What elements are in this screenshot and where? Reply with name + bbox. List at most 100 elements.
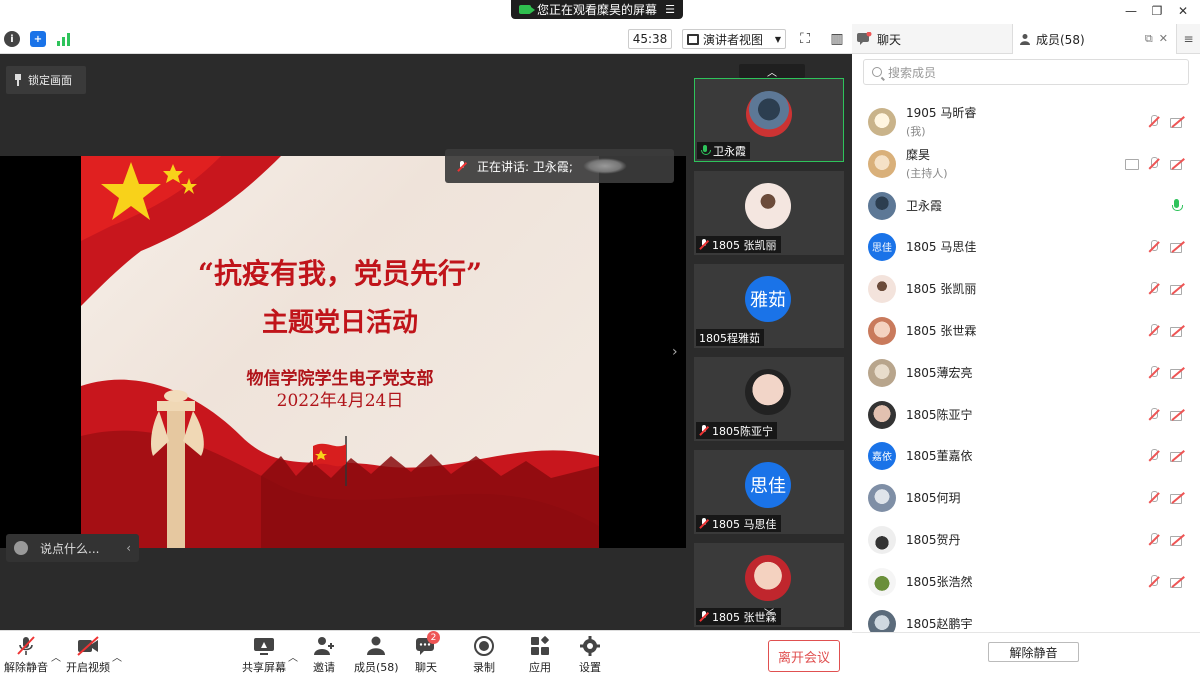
mic-off-icon: [699, 239, 709, 250]
mic-muted-icon[interactable]: [1147, 115, 1161, 129]
camera-icon: [519, 5, 535, 14]
minimize-icon[interactable]: —: [1122, 2, 1140, 20]
member-row[interactable]: 1805陈亚宁: [852, 394, 1200, 435]
add-user-icon: [312, 635, 336, 657]
member-row[interactable]: 1805 张世霖: [852, 310, 1200, 351]
mic-muted-icon[interactable]: [1147, 449, 1161, 463]
chevron-right-icon[interactable]: ›: [672, 344, 678, 360]
camera-off-icon[interactable]: [1170, 408, 1184, 422]
shield-icon[interactable]: +: [30, 31, 46, 47]
mic-muted-icon[interactable]: [1147, 533, 1161, 547]
menu-icon[interactable]: ☰: [665, 3, 675, 16]
member-list-clip: 1805赵鹏宇: [852, 603, 1200, 632]
video-tile[interactable]: 雅茹 1805程雅茹: [694, 264, 844, 348]
video-tile[interactable]: 思佳 1805 马思佳: [694, 450, 844, 534]
invite-button[interactable]: 邀请: [312, 635, 336, 675]
member-row[interactable]: 思佳 1805 马思佳: [852, 226, 1200, 267]
meeting-timer: 45:38: [628, 29, 672, 49]
video-tile[interactable]: 1805陈亚宁: [694, 357, 844, 441]
quick-chat-placeholder: 说点什么...: [40, 541, 100, 556]
view-mode-dropdown[interactable]: 演讲者视图 ▼: [682, 29, 786, 49]
video-tile[interactable]: 1805 张凯丽: [694, 171, 844, 255]
search-members-input[interactable]: 搜索成员: [863, 59, 1189, 85]
chevron-down-icon: ▼: [774, 34, 781, 44]
tab-chat[interactable]: 聊天: [852, 24, 1012, 54]
share-screen-button[interactable]: 共享屏幕: [242, 635, 286, 675]
mic-muted-icon[interactable]: [1147, 324, 1161, 338]
mic-muted-icon[interactable]: [1147, 157, 1161, 171]
tile-name: 卫永霞: [713, 144, 746, 158]
signal-icon[interactable]: [56, 31, 72, 47]
chevron-up-icon[interactable]: ︿: [288, 649, 298, 664]
camera-off-icon[interactable]: [1170, 324, 1184, 338]
start-video-button[interactable]: 开启视频: [66, 635, 110, 675]
camera-off-icon[interactable]: [1170, 366, 1184, 380]
slide-date: 2022年4月24日: [276, 391, 404, 411]
video-tile[interactable]: 1805 张世霖 ﹀: [694, 543, 844, 627]
search-icon: [872, 67, 882, 77]
chevron-left-icon[interactable]: ‹: [126, 541, 131, 555]
right-panel-tabs: 聊天 成员(58) ⧉ ✕ ≡: [852, 24, 1200, 54]
video-tile[interactable]: 卫永霞: [694, 78, 844, 162]
mic-muted-icon[interactable]: [1147, 575, 1161, 589]
camera-off-icon[interactable]: [1170, 449, 1184, 463]
tab-members[interactable]: 成员(58) ⧉ ✕: [1012, 24, 1177, 54]
record-button[interactable]: 录制: [472, 635, 496, 675]
share-notice[interactable]: 您正在观看糜昊的屏幕 ☰: [511, 0, 683, 19]
sidebar-toggle-icon[interactable]: ▥: [828, 30, 846, 48]
unmute-all-button[interactable]: 解除静音: [988, 642, 1079, 662]
members-button[interactable]: 成员(58): [354, 635, 399, 675]
mic-muted-icon[interactable]: [1147, 282, 1161, 296]
close-panel-icon[interactable]: ✕: [1159, 32, 1168, 46]
chevron-up-icon[interactable]: ︿: [739, 64, 805, 79]
member-row[interactable]: 卫永霞: [852, 185, 1200, 226]
chat-label: 聊天: [415, 661, 437, 674]
mic-active-icon[interactable]: [1170, 199, 1184, 213]
apps-button[interactable]: 应用: [528, 635, 552, 675]
chevron-up-icon[interactable]: ︿: [112, 649, 122, 664]
camera-off-icon[interactable]: [1170, 115, 1184, 129]
member-row[interactable]: 1805赵鹏宇: [852, 603, 1200, 632]
member-name: 1805何玥: [906, 491, 961, 505]
quick-chat-input[interactable]: 说点什么... ‹: [6, 534, 139, 562]
popout-icon[interactable]: ⧉: [1145, 32, 1153, 46]
tile-name: 1805陈亚宁: [712, 424, 773, 438]
active-speaker-text: 正在讲话: 卫永霞;: [477, 159, 573, 174]
info-icon[interactable]: i: [4, 31, 20, 47]
close-icon[interactable]: ✕: [1174, 2, 1192, 20]
member-row[interactable]: 1905 马昕睿 (我): [852, 101, 1200, 142]
member-row[interactable]: 糜昊 (主持人): [852, 143, 1200, 184]
share-screen-label: 共享屏幕: [242, 661, 286, 674]
chevron-up-icon[interactable]: ︿: [51, 649, 61, 664]
mic-muted-icon[interactable]: [1147, 491, 1161, 505]
chat-button[interactable]: 2 聊天: [414, 631, 440, 675]
camera-off-icon[interactable]: [1170, 282, 1184, 296]
mic-muted-icon[interactable]: [1147, 366, 1161, 380]
member-row[interactable]: 1805何玥: [852, 477, 1200, 518]
member-row[interactable]: 1805 张凯丽: [852, 268, 1200, 309]
member-row[interactable]: 嘉依 1805董嘉依: [852, 435, 1200, 476]
settings-label: 设置: [579, 661, 601, 674]
lock-view-button[interactable]: 锁定画面: [6, 66, 86, 94]
settings-button[interactable]: 设置: [578, 635, 602, 675]
camera-off-icon[interactable]: [1170, 157, 1184, 171]
camera-off-icon[interactable]: [1170, 575, 1184, 589]
camera-off-icon[interactable]: [1170, 240, 1184, 254]
unmute-label: 解除静音: [4, 661, 48, 674]
unmute-button[interactable]: 解除静音: [4, 635, 48, 675]
chevron-down-icon[interactable]: ﹀: [764, 605, 774, 620]
mic-muted-icon[interactable]: [1147, 408, 1161, 422]
restore-icon[interactable]: ❐: [1148, 2, 1166, 20]
member-row[interactable]: 1805薄宏亮: [852, 352, 1200, 393]
camera-off-icon[interactable]: [1170, 491, 1184, 505]
slide-title-line1: “抗疫有我，党员先行”: [197, 257, 483, 290]
camera-off-icon[interactable]: [1170, 533, 1184, 547]
member-row[interactable]: 1805张浩然: [852, 561, 1200, 602]
leave-meeting-button[interactable]: 离开会议: [768, 640, 840, 672]
mic-off-icon: [699, 611, 709, 622]
member-row[interactable]: 1805贺丹: [852, 519, 1200, 560]
fullscreen-icon[interactable]: ⛶: [796, 30, 814, 48]
emoji-icon[interactable]: [14, 541, 28, 555]
more-menu-icon[interactable]: ≡: [1177, 24, 1200, 54]
mic-muted-icon[interactable]: [1147, 240, 1161, 254]
